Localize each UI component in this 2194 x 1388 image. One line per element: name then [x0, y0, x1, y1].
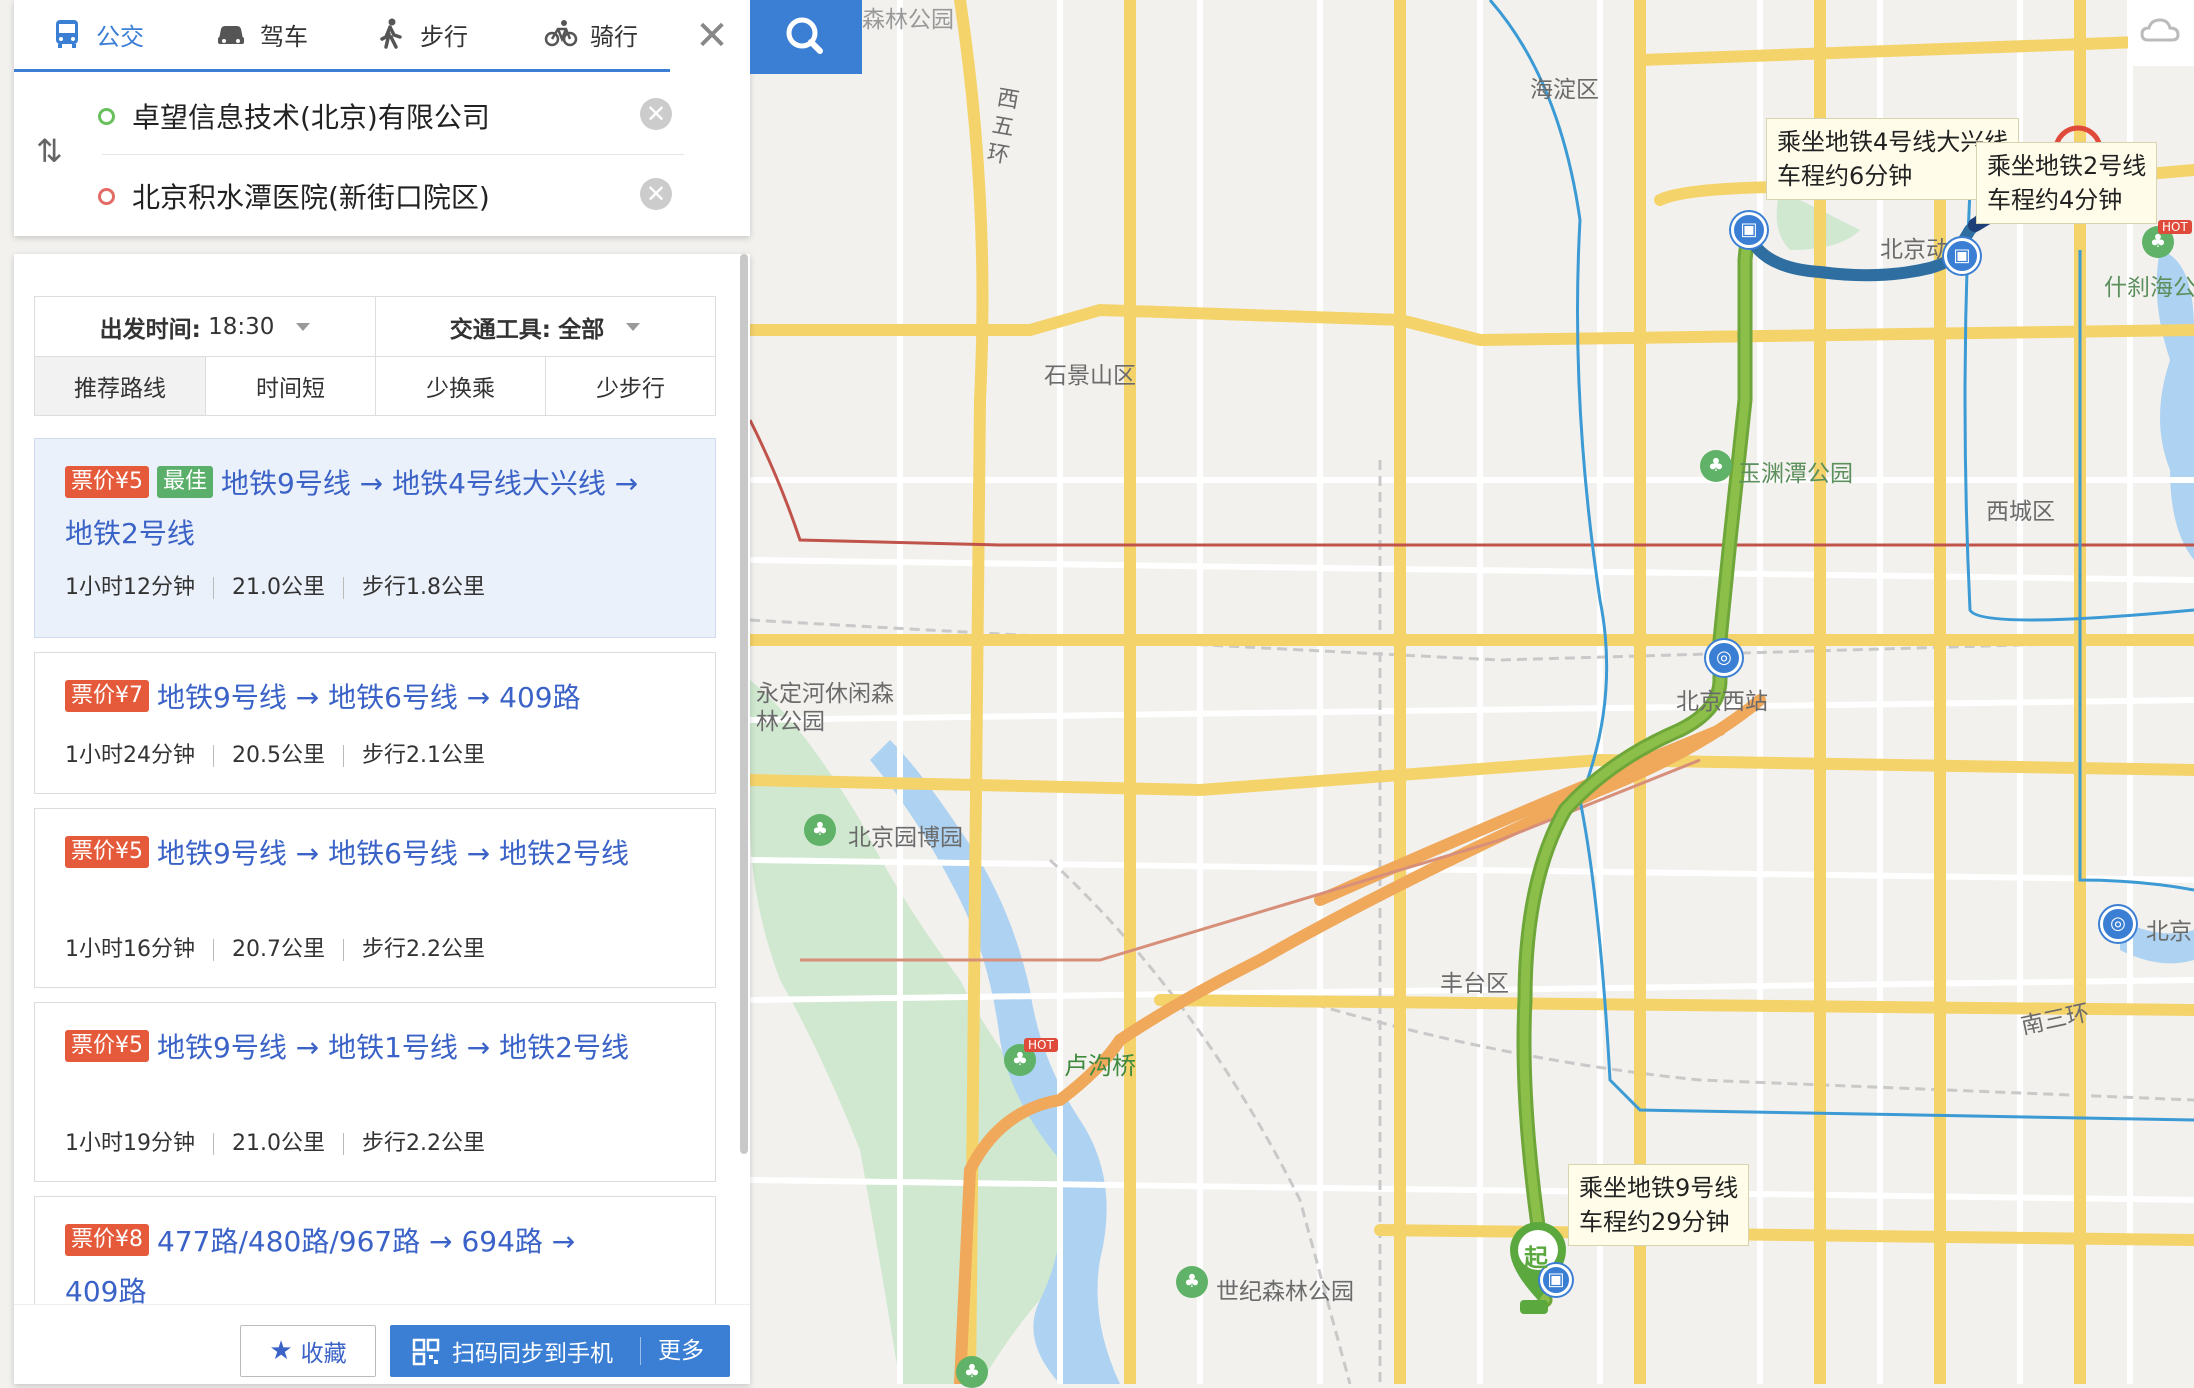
map-label-beijingdong: 北京动 [1880, 237, 1949, 263]
more-button[interactable]: 更多 [658, 1325, 704, 1377]
route-option[interactable]: 票价¥7 地铁9号线 → 地铁6号线 → 409路 1小时24分钟 20.5公里 步行… [34, 652, 716, 794]
fare-badge: 票价¥5 [65, 466, 149, 498]
map-label-forest-top: 森林公园 [862, 7, 954, 33]
chevron-down-icon [626, 323, 641, 331]
hot-badge: HOT [1024, 1038, 1058, 1052]
map-label-haidian: 海淀区 [1530, 77, 1599, 103]
fare-badge: 票价¥7 [65, 680, 149, 712]
origin-text[interactable]: 卓望信息技术(北京)有限公司 [132, 96, 490, 136]
tab-shortest-time[interactable]: 时间短 [205, 357, 375, 415]
route-title[interactable]: 地铁9号线 → 地铁6号线 → 地铁2号线 [157, 837, 629, 870]
map-label-beijing-right: 北京 [2146, 919, 2192, 945]
clear-destination-icon[interactable]: ✕ [640, 178, 672, 210]
map-label-fengtai: 丰台区 [1440, 971, 1509, 997]
scrollbar[interactable] [740, 254, 748, 1154]
walk-icon [380, 18, 402, 49]
search-icon [786, 17, 823, 54]
route-meta: 1小时19分钟 21.0公里 步行2.2公里 [65, 1131, 485, 1156]
tab-bike[interactable]: 骑行 [544, 0, 638, 68]
fare-badge: 票价¥5 [65, 836, 149, 868]
best-badge: 最佳 [157, 466, 214, 498]
map-label-lugouqiao: 卢沟桥 [1064, 1052, 1136, 1080]
route-meta: 1小时12分钟 21.0公里 步行1.8公里 [65, 575, 485, 600]
bus-station-icon[interactable]: ▣ [1944, 238, 1980, 274]
park-poi-icon[interactable]: ♣ [1700, 450, 1732, 482]
transport-mode-tabs: 公交 驾车 步行 骑行 [14, 0, 670, 72]
tab-walk[interactable]: 步行 [374, 0, 468, 68]
callout-line2: 乘坐地铁2号线 车程约4分钟 [1976, 142, 2158, 224]
destination-dot-icon [98, 188, 115, 205]
tab-drive[interactable]: 驾车 [214, 0, 308, 68]
destination-field[interactable]: 北京积水潭医院(新街口院区) ✕ [84, 156, 684, 236]
map-label-shiji: 世纪森林公园 [1216, 1279, 1354, 1305]
map-label-yuanbo: 北京园博园 [848, 825, 963, 851]
metro-station-icon[interactable]: ◎ [1706, 640, 1742, 676]
qrcode-icon [412, 1338, 440, 1366]
hot-badge: HOT [2158, 220, 2192, 234]
tab-recommended[interactable]: 推荐路线 [35, 357, 205, 415]
star-icon: ★ [269, 1336, 293, 1366]
route-title[interactable]: 地铁9号线 → 地铁6号线 → 409路 [157, 681, 581, 714]
metro-station-icon[interactable]: ◎ [2100, 906, 2136, 942]
sync-to-phone-button[interactable]: 扫码同步到手机 更多 [390, 1325, 730, 1377]
map-layer-toggle[interactable] [2128, 0, 2194, 66]
route-meta: 1小时24分钟 20.5公里 步行2.1公里 [65, 743, 485, 768]
fare-badge: 票价¥8 [65, 1224, 149, 1256]
map-label-beijingxi: 北京西站 [1676, 689, 1768, 715]
map-label-shijingshan: 石景山区 [1044, 363, 1136, 389]
park-poi-icon[interactable]: ♣ [804, 814, 836, 846]
park-poi-icon[interactable]: ♣ [956, 1356, 988, 1388]
start-label: 起 [1524, 1244, 1548, 1272]
depart-time-dropdown[interactable]: 出发时间: 18:30 [35, 297, 375, 357]
callout-line9: 乘坐地铁9号线 车程约29分钟 [1568, 1164, 1750, 1246]
map-label-yuyuantan: 玉渊潭公园 [1738, 461, 1853, 487]
origin-field[interactable]: 卓望信息技术(北京)有限公司 ✕ [84, 76, 684, 156]
action-bar: ★ 收藏 扫码同步到手机 更多 [14, 1304, 750, 1384]
bus-station-icon[interactable]: ▣ [1731, 212, 1767, 248]
route-filters: 出发时间: 18:30 交通工具: 全部 推荐路线 时间短 少换乘 少步行 [34, 296, 716, 416]
route-results-panel: 出发时间: 18:30 交通工具: 全部 推荐路线 时间短 少换乘 少步行 票价… [14, 254, 750, 1384]
destination-text[interactable]: 北京积水潭医院(新街口院区) [132, 176, 490, 216]
bike-icon [544, 20, 578, 47]
vehicle-type-dropdown[interactable]: 交通工具: 全部 [375, 297, 715, 357]
swap-direction-icon[interactable]: ⇅ [36, 132, 63, 170]
route-title[interactable]: 地铁9号线 → 地铁4号线大兴线 → 地铁2号线 [65, 467, 638, 550]
field-divider [102, 154, 684, 155]
route-search-panel: 公交 驾车 步行 骑行 ✕ ⇅ 卓望信息技术(北京)有限公司 ✕ 北京积水潭医院… [14, 0, 750, 236]
map-label-yongding: 永定河休闲森林公园 [756, 681, 894, 735]
route-option[interactable]: 票价¥5 地铁9号线 → 地铁6号线 → 地铁2号线 1小时16分钟 20.7公里步… [34, 808, 716, 988]
chevron-down-icon [296, 323, 311, 331]
clear-origin-icon[interactable]: ✕ [640, 98, 672, 130]
route-meta: 1小时16分钟 20.7公里 步行2.2公里 [65, 937, 485, 962]
map-label-xicheng: 西城区 [1986, 499, 2055, 525]
route-option[interactable]: 票价¥5 最佳 地铁9号线 → 地铁4号线大兴线 → 地铁2号线 1小时12分钟 21… [34, 438, 716, 638]
car-icon [218, 26, 244, 44]
tab-bus[interactable]: 公交 [50, 0, 144, 68]
tab-fewer-transfers[interactable]: 少换乘 [375, 357, 545, 415]
favorite-button[interactable]: ★ 收藏 [240, 1325, 376, 1377]
map-label-shichahai: 什刹海公 [2104, 275, 2194, 301]
park-poi-icon[interactable]: ♣ [1176, 1266, 1208, 1298]
tab-less-walking[interactable]: 少步行 [545, 357, 715, 415]
bus-icon [56, 20, 78, 48]
route-title[interactable]: 地铁9号线 → 地铁1号线 → 地铁2号线 [157, 1031, 629, 1064]
close-icon[interactable]: ✕ [690, 14, 734, 58]
origin-dot-icon [98, 108, 115, 125]
route-option[interactable]: 票价¥5 地铁9号线 → 地铁1号线 → 地铁2号线 1小时19分钟 21.0公里步… [34, 1002, 716, 1182]
search-button[interactable] [750, 0, 862, 74]
fare-badge: 票价¥5 [65, 1030, 149, 1062]
